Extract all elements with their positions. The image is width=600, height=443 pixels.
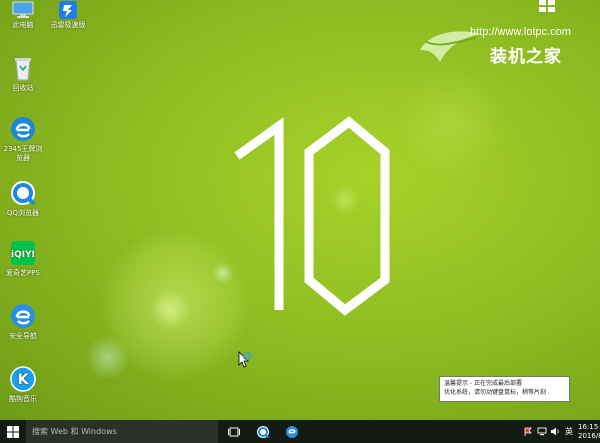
clock-time: 16:15 [578, 422, 599, 431]
watermark-url: http://www.lotpc.com [470, 26, 571, 38]
desktop-icon-thunder[interactable]: 迅雷极速版 [46, 1, 90, 30]
start-button[interactable] [0, 420, 26, 443]
qq-browser-icon [11, 181, 36, 206]
desktop-icon-label: 安全导航 [9, 332, 37, 340]
qq-browser-icon [257, 425, 270, 438]
desktop-icon-2345-browser[interactable]: 2345王牌浏 览器 [2, 115, 44, 163]
desktop-icon-qq-browser[interactable]: QQ浏览器 [2, 179, 44, 218]
ie-browser-icon [11, 117, 35, 141]
action-center-flag-icon [524, 427, 532, 436]
svg-text:K: K [18, 372, 30, 388]
desktop-icon-label: 酷狗音乐 [9, 395, 37, 403]
desktop-icon-label: 迅雷极速版 [50, 21, 86, 29]
desktop-icon-kugou[interactable]: K 酷狗音乐 [2, 365, 44, 404]
safe-nav-icon [286, 425, 298, 438]
taskbar: 搜索 Web 和 Windows 英 16:15 2016/ [0, 420, 600, 443]
tray-volume-icon[interactable] [549, 420, 561, 443]
desktop-icon-computer[interactable]: 此电脑 [2, 1, 44, 30]
notification-title: 温馨提示 - 正在完成最后部署 [444, 380, 522, 387]
desktop-icon-label: 爱奇艺PPS [6, 269, 40, 277]
desktop-icon-label: QQ浏览器 [6, 209, 40, 217]
bokeh-glow [395, 70, 505, 180]
desktop-icon-label: 回收站 [12, 84, 34, 92]
iqiyi-icon: iQIYI [11, 241, 35, 265]
taskbar-qq-browser[interactable] [253, 420, 273, 443]
watermark: http://www.lotpc.com 装机之家 [418, 26, 588, 72]
desktop-icon-label: 2345王牌浏 [3, 145, 43, 153]
safe-nav-icon [11, 304, 35, 328]
taskbar-safe-nav[interactable] [282, 420, 302, 443]
windows-10-logo [234, 116, 390, 316]
desktop-icon-label: 此电脑 [12, 21, 34, 29]
desktop-icon-label: 览器 [16, 154, 30, 162]
tray-flag-icon[interactable] [522, 420, 534, 443]
svg-text:iQIYI: iQIYI [11, 250, 35, 260]
tray-network-icon[interactable] [536, 420, 548, 443]
task-view-icon [228, 427, 240, 436]
notification-balloon: 温馨提示 - 正在完成最后部署 优化系统，请勿动键盘鼠标，稍等片刻 . [439, 376, 570, 402]
network-icon [537, 427, 547, 436]
volume-icon [551, 427, 559, 436]
watermark-name: 装机之家 [490, 47, 562, 67]
mouse-cursor-icon [238, 351, 252, 368]
thunder-icon [59, 1, 77, 19]
desktop-icon-recycle-bin[interactable]: 回收站 [2, 54, 44, 93]
bokeh-glow [85, 335, 130, 380]
computer-icon [12, 1, 34, 18]
tray-clock[interactable]: 16:15 2016/8/2 [570, 420, 600, 443]
notification-body: 优化系统，请勿动键盘鼠标，稍等片刻 . [444, 389, 550, 396]
desktop-icon-iqiyi[interactable]: iQIYI 爱奇艺PPS [2, 239, 44, 278]
clock-date: 2016/8/2 [578, 431, 600, 440]
task-view-button[interactable] [224, 420, 244, 443]
windows-start-icon [7, 425, 19, 438]
taskbar-search-box[interactable]: 搜索 Web 和 Windows [26, 420, 218, 443]
search-placeholder: 搜索 Web 和 Windows [32, 427, 117, 436]
recycle-bin-icon [15, 58, 31, 81]
desktop-icon-safe-nav[interactable]: 安全导航 [2, 302, 44, 341]
kugou-icon: K [10, 366, 36, 392]
windows-logo-icon [539, 0, 555, 12]
bokeh-glow [150, 290, 190, 330]
desktop-background: http://www.lotpc.com 装机之家 此电脑 迅雷极速版 回收站 … [0, 0, 600, 420]
